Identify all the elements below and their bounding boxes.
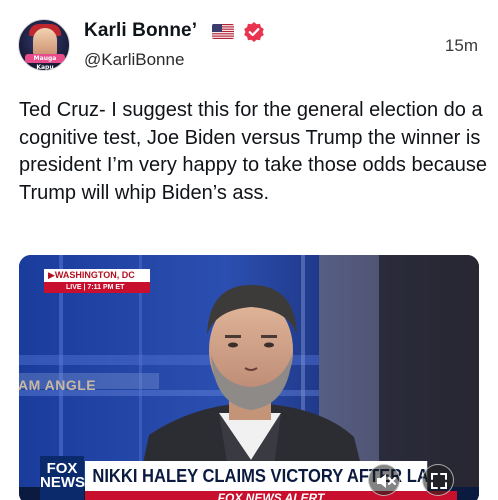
muted-speaker-icon bbox=[377, 474, 396, 488]
live-text: LIVE bbox=[66, 284, 82, 291]
expand-button[interactable] bbox=[422, 464, 454, 496]
expand-icon bbox=[431, 473, 447, 489]
live-time: 7:11 PM ET bbox=[87, 284, 125, 291]
live-label: LIVE | 7:11 PM ET bbox=[44, 282, 150, 293]
alert-bar: FOX NEWS ALERT bbox=[85, 491, 457, 500]
avatar-tag: Mauga Kapu bbox=[25, 54, 65, 70]
display-name[interactable]: Karli Bonne’ bbox=[84, 20, 197, 42]
avatar[interactable]: Mauga Kapu bbox=[18, 19, 70, 71]
post-text: Ted Cruz- I suggest this for the general… bbox=[19, 99, 488, 204]
fox-logo-line-2: NEWS bbox=[40, 474, 85, 491]
location-label: ▶WASHINGTON, DC bbox=[44, 269, 150, 282]
mute-button[interactable] bbox=[368, 464, 400, 496]
post-timestamp[interactable]: 15m bbox=[445, 36, 478, 56]
fox-news-logo: FOX NEWS bbox=[40, 456, 85, 500]
user-handle[interactable]: @KarliBonne bbox=[84, 50, 184, 70]
location-text: WASHINGTON, DC bbox=[54, 270, 135, 280]
play-arrow-icon: ▶ bbox=[48, 270, 55, 280]
verified-badge-icon bbox=[243, 21, 265, 43]
show-logo: AM ANGLE bbox=[18, 377, 97, 393]
us-flag-icon bbox=[212, 24, 234, 39]
